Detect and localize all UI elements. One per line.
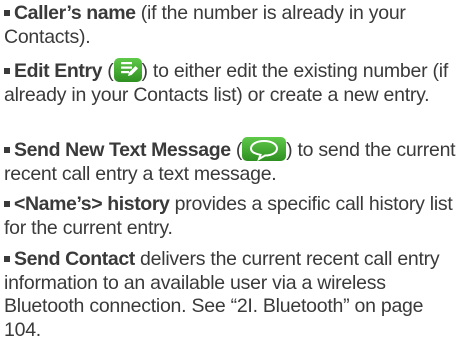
bullet (4, 10, 10, 16)
paren-open: ( (230, 139, 243, 161)
paren-open: ( (102, 60, 114, 82)
term-edit-entry: Edit Entry (14, 60, 103, 82)
list-item-callers-name: Caller’s name (if the number is already … (4, 2, 462, 49)
bullet (4, 68, 10, 74)
term-callers-name: Caller’s name (14, 2, 136, 24)
list-item-edit-entry: Edit Entry ( ) to either edit the existi… (4, 58, 462, 107)
term-names-history: <Name’s> history (14, 193, 170, 215)
list-item-send-contact: Send Contact delivers the current recent… (4, 248, 462, 342)
bullet (4, 256, 10, 262)
term-send-text: Send New Text Message (14, 139, 231, 161)
bullet (4, 147, 10, 153)
term-send-contact: Send Contact (14, 248, 135, 270)
list-item-names-history: <Name’s> history provides a specific cal… (4, 193, 462, 240)
message-bubble-icon (242, 137, 287, 161)
bullet (4, 201, 10, 207)
list-item-send-text: Send New Text Message ( ) to send the cu… (4, 137, 462, 186)
edit-entry-icon (113, 58, 142, 82)
manual-page: Caller’s name (if the number is already … (0, 0, 464, 342)
